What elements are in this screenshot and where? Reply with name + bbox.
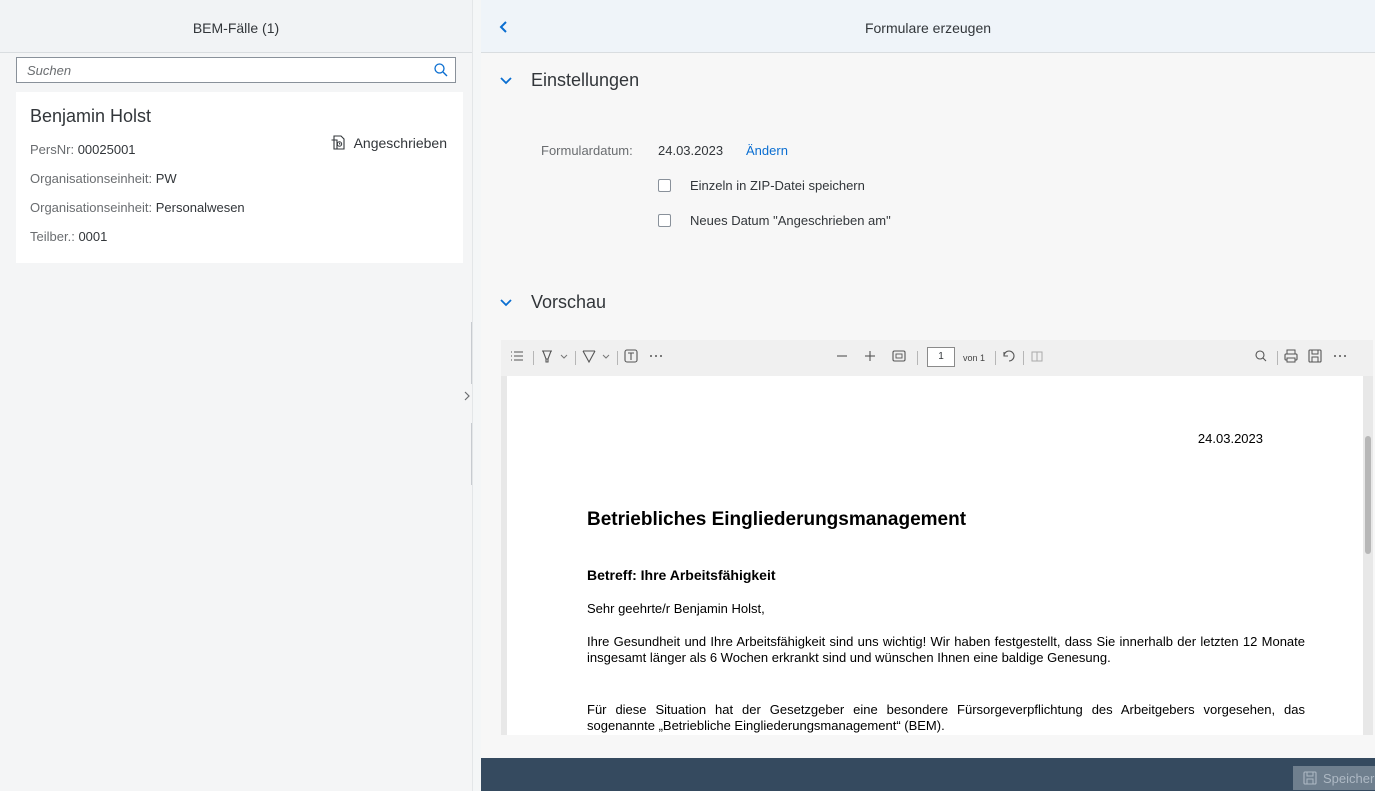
attribute-value: Personalwesen bbox=[155, 200, 245, 215]
document-subject: Betreff: Ihre Arbeitsfähigkeit bbox=[587, 567, 776, 583]
settings-panel-header[interactable]: Einstellungen bbox=[499, 70, 639, 91]
chevron-down-icon bbox=[499, 298, 531, 308]
search-icon[interactable] bbox=[1253, 348, 1269, 364]
save-icon[interactable] bbox=[1307, 348, 1323, 364]
more-options-icon[interactable] bbox=[1333, 348, 1347, 364]
toolbar-divider bbox=[917, 351, 918, 365]
preview-title: Vorschau bbox=[531, 292, 607, 312]
search-input[interactable] bbox=[17, 58, 427, 82]
attribute-persnr: PersNr: 00025001 bbox=[30, 142, 136, 157]
master-panel: BEM-Fälle (1) Benjamin Holst Angeschrieb… bbox=[0, 0, 473, 791]
attribute-org-unit-code: Organisationseinheit: PW bbox=[30, 171, 177, 186]
new-date-checkbox-row[interactable]: Neues Datum "Angeschrieben am" bbox=[658, 213, 891, 228]
save-button[interactable]: Speichern bbox=[1293, 766, 1375, 790]
rotate-icon[interactable] bbox=[1001, 348, 1017, 364]
chevron-down-icon bbox=[499, 76, 531, 86]
chevron-down-icon[interactable] bbox=[559, 348, 569, 364]
master-title: BEM-Fälle (1) bbox=[192, 20, 280, 36]
toolbar-divider bbox=[617, 351, 618, 365]
new-date-checkbox-label: Neues Datum "Angeschrieben am" bbox=[690, 213, 891, 228]
zip-checkbox-row[interactable]: Einzeln in ZIP-Datei speichern bbox=[658, 178, 865, 193]
zoom-out-icon[interactable] bbox=[835, 348, 849, 364]
splitter-bar[interactable] bbox=[471, 423, 472, 485]
attribute-label: Teilber.: bbox=[30, 229, 75, 244]
detail-panel: Formulare erzeugen Einstellungen Formula… bbox=[481, 0, 1375, 791]
save-button-label: Speichern bbox=[1323, 770, 1375, 786]
pdf-page: 24.03.2023 Betriebliches Eingliederungsm… bbox=[507, 376, 1363, 735]
toolbar-divider bbox=[1023, 351, 1024, 365]
zip-checkbox-label: Einzeln in ZIP-Datei speichern bbox=[690, 178, 865, 193]
expand-chevron-right-icon[interactable] bbox=[462, 388, 472, 404]
page-title: Formulare erzeugen bbox=[864, 20, 992, 36]
list-item-case[interactable]: Benjamin Holst Angeschrieben PersNr: 000… bbox=[16, 92, 463, 263]
text-box-icon[interactable] bbox=[623, 348, 639, 364]
search-icon[interactable] bbox=[433, 62, 449, 78]
employee-name: Benjamin Holst bbox=[30, 106, 152, 126]
master-header: BEM-Fälle (1) bbox=[0, 0, 472, 53]
attribute-label: PersNr: bbox=[30, 142, 75, 157]
document-paragraph: Für diese Situation hat der Gesetzgeber … bbox=[587, 702, 1305, 733]
toolbar-divider bbox=[533, 351, 534, 365]
attribute-teilber: Teilber.: 0001 bbox=[30, 229, 107, 244]
form-date-label: Formulardatum: bbox=[541, 143, 633, 158]
pdf-scrollbar[interactable] bbox=[1365, 436, 1371, 554]
zoom-in-icon[interactable] bbox=[863, 348, 877, 364]
change-date-link[interactable]: Ändern bbox=[746, 143, 788, 158]
contents-list-icon[interactable] bbox=[509, 348, 525, 364]
toolbar-divider bbox=[575, 351, 576, 365]
document-paragraph: Ihre Gesundheit und Ihre Arbeitsfähigkei… bbox=[587, 634, 1305, 665]
document-sent-icon bbox=[330, 134, 354, 151]
chevron-down-icon[interactable] bbox=[601, 348, 611, 364]
attribute-value: PW bbox=[155, 171, 177, 186]
zip-checkbox[interactable] bbox=[658, 179, 671, 192]
search-field[interactable] bbox=[16, 57, 456, 83]
fit-page-icon[interactable] bbox=[891, 348, 907, 364]
draw-icon[interactable] bbox=[581, 348, 597, 364]
attribute-label: Organisationseinheit: bbox=[30, 200, 153, 215]
attribute-value: 00025001 bbox=[77, 142, 136, 157]
form-date-value: 24.03.2023 bbox=[658, 143, 724, 158]
footer-toolbar: Speichern bbox=[481, 758, 1375, 791]
status-text: Angeschrieben bbox=[353, 134, 447, 151]
settings-title: Einstellungen bbox=[531, 70, 640, 90]
toolbar-divider bbox=[995, 351, 996, 365]
new-date-checkbox[interactable] bbox=[658, 214, 671, 227]
highlight-icon[interactable] bbox=[539, 348, 555, 364]
splitter-bar[interactable] bbox=[471, 322, 472, 384]
pdf-toolbar: 1 von 1 bbox=[501, 340, 1373, 376]
more-options-icon[interactable] bbox=[649, 348, 663, 364]
page-count: von 1 bbox=[963, 353, 986, 363]
status-indicator: Angeschrieben bbox=[330, 134, 447, 151]
page-view-icon[interactable] bbox=[1029, 348, 1045, 364]
document-date: 24.03.2023 bbox=[1197, 431, 1263, 446]
document-heading: Betriebliches Eingliederungsmanagement bbox=[587, 509, 967, 530]
attribute-value: 0001 bbox=[78, 229, 108, 244]
save-icon bbox=[1303, 771, 1323, 785]
back-button[interactable] bbox=[489, 14, 519, 40]
chevron-left-icon bbox=[498, 19, 510, 35]
preview-panel-header[interactable]: Vorschau bbox=[499, 292, 606, 313]
page-number-input[interactable]: 1 bbox=[927, 347, 955, 367]
attribute-label: Organisationseinheit: bbox=[30, 171, 153, 186]
attribute-org-unit-name: Organisationseinheit: Personalwesen bbox=[30, 200, 245, 215]
document-greeting: Sehr geehrte/r Benjamin Holst, bbox=[587, 601, 765, 616]
detail-header: Formulare erzeugen bbox=[481, 0, 1375, 53]
toolbar-divider bbox=[1277, 351, 1278, 365]
pdf-viewer[interactable]: 24.03.2023 Betriebliches Eingliederungsm… bbox=[501, 376, 1373, 735]
print-icon[interactable] bbox=[1283, 348, 1299, 364]
